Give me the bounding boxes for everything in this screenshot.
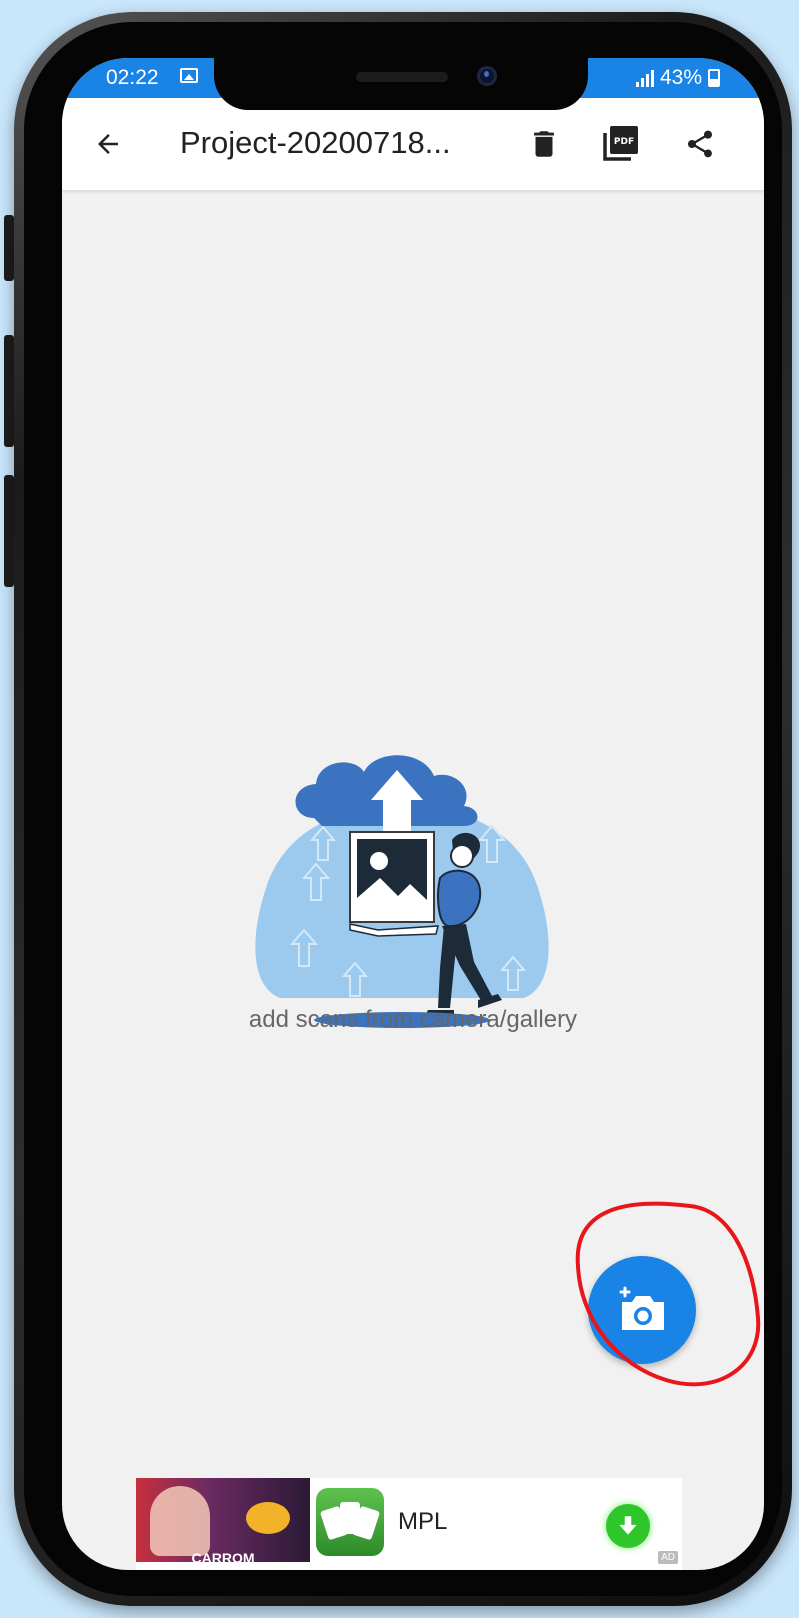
back-arrow-icon [98, 134, 118, 154]
ad-badge: AD [658, 1551, 678, 1564]
empty-state-message: add scans from camera/gallery [248, 1006, 578, 1033]
ad-app-title[interactable]: MPL [398, 1508, 447, 1536]
speaker-grille [356, 72, 448, 82]
ad-thumbnail-label: CARROM [191, 1550, 255, 1562]
highlight-circle [575, 1201, 761, 1387]
phone-side-button [4, 475, 14, 587]
battery-icon [708, 69, 720, 87]
phone-notch [214, 58, 588, 110]
phone-side-button [4, 215, 14, 281]
svg-text:PDF: PDF [614, 137, 634, 147]
phone-side-button [4, 335, 14, 447]
back-button[interactable] [84, 120, 132, 168]
battery-percentage: 43% [659, 66, 702, 89]
pdf-icon: PDF [603, 126, 638, 161]
delete-button[interactable] [520, 120, 568, 168]
app-screen: 02:22 43% Project-20200718... PDF add sc… [62, 58, 764, 1570]
app-toolbar: Project-20200718... PDF [62, 98, 764, 190]
playing-cards-icon [320, 1502, 380, 1540]
upload-illustration [255, 755, 549, 1028]
export-pdf-button[interactable]: PDF [596, 118, 646, 168]
ad-app-logo[interactable] [316, 1488, 384, 1556]
front-camera-icon [477, 66, 497, 86]
share-button[interactable] [676, 120, 724, 168]
status-indicators: 43% [635, 66, 720, 90]
signal-icon [635, 69, 654, 87]
trash-icon [534, 131, 554, 157]
ad-download-button[interactable] [606, 1504, 650, 1548]
ad-thumbnail[interactable]: CARROM [136, 1478, 310, 1562]
share-icon [688, 130, 712, 158]
status-time: 02:22 [106, 66, 159, 89]
gallery-icon [180, 68, 198, 83]
download-icon [619, 1516, 637, 1535]
ad-banner[interactable]: CARROM MPL AD [136, 1478, 682, 1570]
project-title: Project-20200718... [180, 125, 451, 160]
